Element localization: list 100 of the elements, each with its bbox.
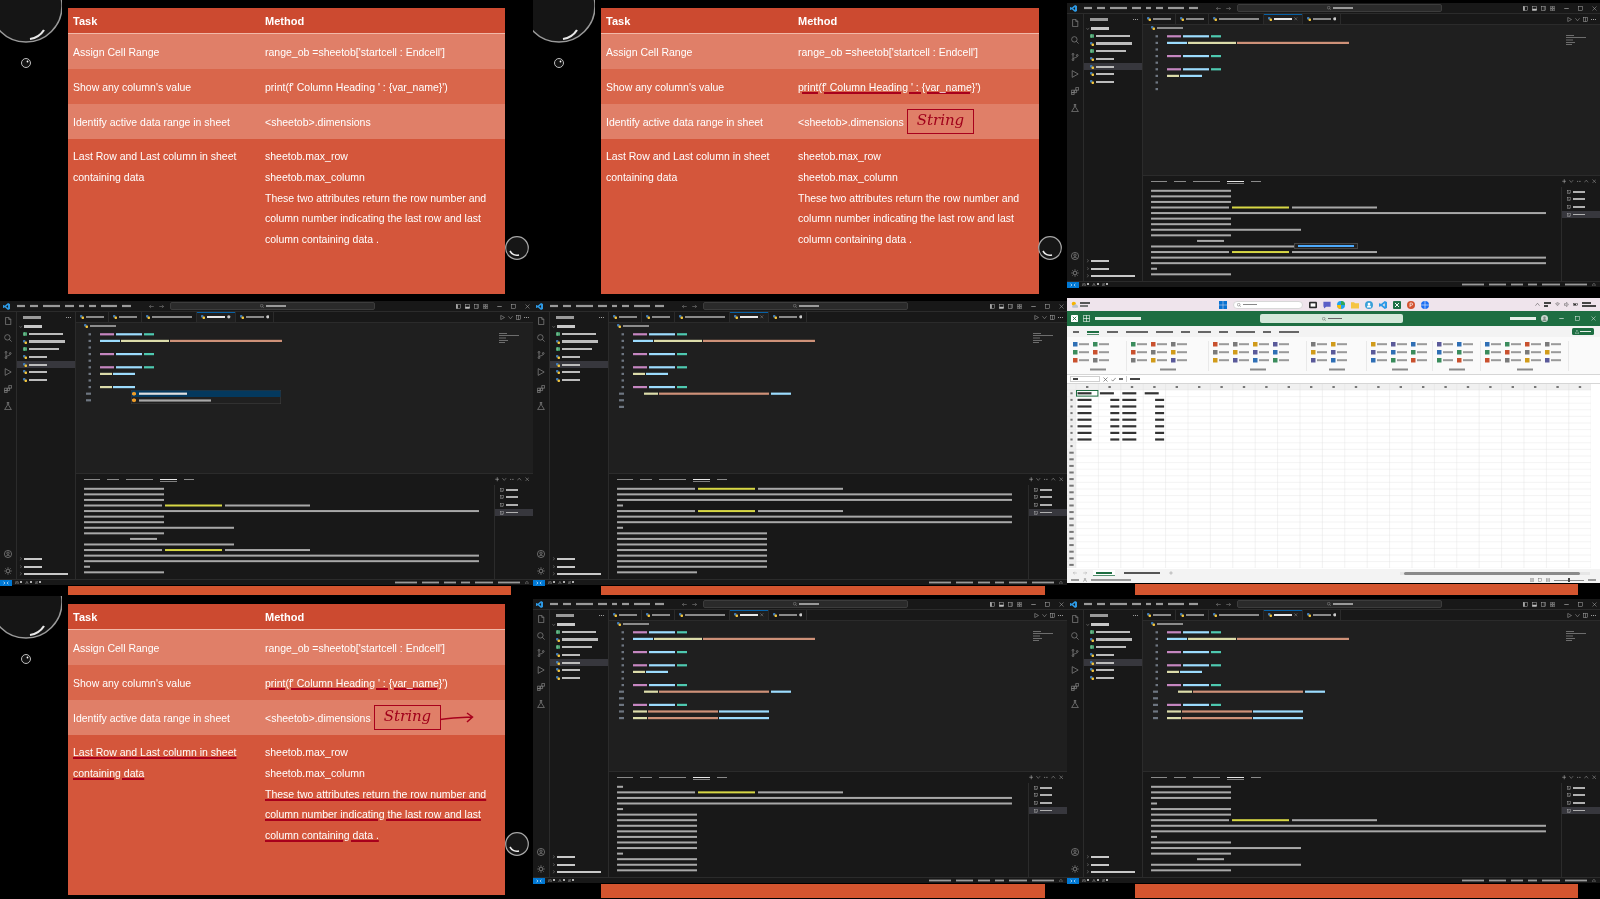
back-arrow-icon[interactable] — [682, 601, 687, 607]
forward-arrow-icon[interactable] — [692, 303, 697, 309]
run-debug-icon[interactable] — [537, 368, 545, 376]
remote-icon[interactable] — [1067, 281, 1079, 288]
presentation-app-icon[interactable] — [1407, 300, 1415, 309]
more-icon[interactable] — [1591, 16, 1596, 22]
breadcrumb[interactable] — [617, 324, 649, 328]
more-icon[interactable] — [1133, 613, 1138, 618]
windows-logo-icon[interactable] — [1219, 300, 1227, 309]
files-icon[interactable] — [1071, 19, 1079, 27]
close-icon[interactable] — [1059, 303, 1064, 309]
more-icon[interactable] — [1058, 314, 1063, 320]
caret-icon[interactable] — [1042, 612, 1047, 618]
close-icon[interactable] — [1059, 601, 1064, 607]
more-icon[interactable] — [1043, 775, 1048, 780]
flask-icon[interactable] — [537, 700, 545, 708]
battery-icon[interactable] — [1573, 302, 1578, 307]
maximize-icon[interactable] — [517, 477, 522, 482]
add-icon[interactable] — [1028, 477, 1033, 482]
secondary-sidebar-icon[interactable] — [1008, 303, 1013, 309]
add-icon[interactable] — [1561, 179, 1566, 184]
close-icon[interactable] — [760, 315, 764, 319]
editor-logo-icon[interactable] — [536, 302, 543, 310]
remote-icon[interactable] — [533, 877, 545, 884]
run-debug-icon[interactable] — [1071, 666, 1079, 674]
panel-toggle-icon[interactable] — [465, 303, 470, 309]
people-icon[interactable] — [1365, 300, 1373, 309]
chat-icon[interactable] — [1323, 300, 1331, 309]
status-indicator[interactable] — [548, 878, 555, 883]
layout-icon[interactable] — [1550, 5, 1555, 11]
more-icon[interactable] — [1043, 477, 1048, 482]
secondary-sidebar-icon[interactable] — [474, 303, 479, 309]
editor-logo-icon[interactable] — [1070, 4, 1077, 12]
more-icon[interactable] — [599, 315, 604, 320]
search-icon[interactable] — [4, 334, 12, 342]
forward-arrow-icon[interactable] — [159, 303, 164, 309]
caret-icon[interactable] — [1575, 612, 1580, 618]
files-icon[interactable] — [537, 615, 545, 623]
settings-icon[interactable] — [537, 567, 545, 575]
source-control-icon[interactable] — [4, 351, 12, 359]
extensions-icon[interactable] — [537, 683, 545, 691]
close-icon[interactable] — [1058, 775, 1063, 780]
sheet-tab[interactable] — [1093, 570, 1115, 576]
secondary-sidebar-icon[interactable] — [1541, 601, 1546, 607]
more-icon[interactable] — [1058, 612, 1063, 618]
editor-tab[interactable] — [1264, 610, 1303, 620]
status-indicator[interactable] — [1091, 282, 1099, 287]
layout-icon[interactable] — [1017, 303, 1022, 309]
status-indicator[interactable] — [557, 580, 565, 585]
maximize-icon[interactable] — [1051, 775, 1056, 780]
run-icon[interactable] — [1567, 612, 1572, 618]
account-icon[interactable] — [537, 550, 545, 558]
status-indicator[interactable] — [567, 878, 575, 883]
more-icon[interactable] — [509, 477, 514, 482]
close-icon[interactable] — [1294, 17, 1298, 21]
more-icon[interactable] — [1591, 612, 1596, 618]
forward-arrow-icon[interactable] — [1226, 5, 1231, 11]
command-center-field[interactable] — [170, 302, 375, 310]
minimize-icon[interactable] — [497, 303, 502, 309]
secondary-sidebar-icon[interactable] — [1541, 5, 1546, 11]
run-debug-icon[interactable] — [1071, 70, 1079, 78]
settings-icon[interactable] — [4, 567, 12, 575]
maximize-icon[interactable] — [1051, 477, 1056, 482]
share-button[interactable] — [1571, 328, 1594, 335]
remote-icon[interactable] — [533, 579, 545, 586]
file-tree-item[interactable] — [1084, 62, 1142, 71]
run-icon[interactable] — [1567, 16, 1572, 22]
command-center-field[interactable] — [703, 302, 908, 310]
minimize-icon[interactable] — [1564, 601, 1569, 607]
search-icon[interactable] — [537, 632, 545, 640]
more-icon[interactable] — [1576, 179, 1581, 184]
terminal-list-item[interactable] — [1562, 210, 1600, 219]
spreadsheet-app-icon[interactable] — [1393, 300, 1401, 309]
account-icon[interactable] — [537, 848, 545, 856]
search-icon[interactable] — [1071, 632, 1079, 640]
status-indicator[interactable] — [1082, 878, 1089, 883]
globe-icon[interactable] — [1421, 300, 1429, 309]
sidebar-toggle-icon[interactable] — [1523, 5, 1528, 11]
more-icon[interactable] — [524, 314, 529, 320]
panel-toggle-icon[interactable] — [1532, 5, 1537, 11]
forward-arrow-icon[interactable] — [692, 601, 697, 607]
secondary-sidebar-icon[interactable] — [1008, 601, 1013, 607]
editor-tab[interactable] — [1264, 14, 1303, 24]
caret-icon[interactable] — [1575, 16, 1580, 22]
layout-icon[interactable] — [1017, 601, 1022, 607]
editor-logo-icon[interactable] — [3, 302, 10, 310]
minimize-icon[interactable] — [1031, 601, 1036, 607]
close-icon[interactable] — [1592, 5, 1597, 11]
grid-icon[interactable] — [1083, 315, 1090, 322]
add-icon[interactable] — [1028, 775, 1033, 780]
maximize-icon[interactable] — [1045, 303, 1050, 309]
more-icon[interactable] — [1133, 17, 1138, 22]
search-field[interactable] — [1233, 300, 1303, 309]
name-box[interactable] — [1070, 376, 1100, 382]
status-indicator[interactable] — [548, 580, 555, 585]
run-debug-icon[interactable] — [4, 368, 12, 376]
status-indicator[interactable] — [567, 580, 575, 585]
back-arrow-icon[interactable] — [1216, 601, 1221, 607]
close-icon[interactable] — [760, 613, 764, 617]
caret-icon[interactable] — [1042, 314, 1047, 320]
